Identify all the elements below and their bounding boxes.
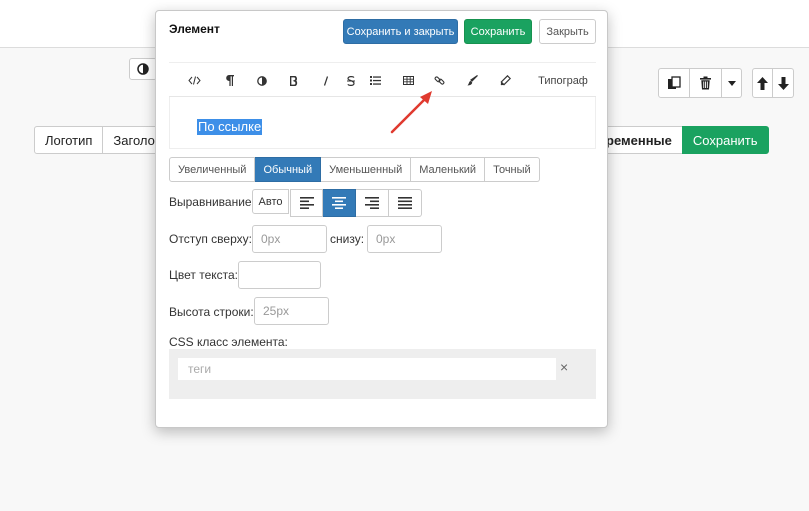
size-option[interactable]: Маленький — [411, 157, 486, 182]
italic-icon[interactable] — [315, 63, 337, 98]
align-auto-button[interactable]: Авто — [252, 189, 289, 214]
size-option[interactable]: Точный — [485, 157, 540, 182]
align-right-icon[interactable] — [356, 189, 389, 217]
brush-icon[interactable] — [461, 63, 483, 98]
align-justify-icon[interactable] — [389, 189, 422, 217]
pointer-arrow-icon — [390, 91, 432, 134]
close-button[interactable]: Закрыть — [539, 19, 596, 44]
selected-link-text[interactable]: По ссылке — [197, 119, 263, 135]
tags-input[interactable] — [178, 358, 556, 380]
element-modal: Элемент Сохранить и закрыть Сохранить За… — [155, 10, 608, 428]
variables-button[interactable]: ременные — [596, 126, 682, 154]
contrast-icon[interactable] — [251, 63, 273, 98]
text-size-group: Увеличенный Обычный Уменьшенный Маленьки… — [169, 157, 540, 182]
modal-title: Элемент — [169, 22, 220, 36]
save-button[interactable]: Сохранить — [464, 19, 532, 44]
indent-top-input[interactable] — [252, 225, 327, 253]
align-center-icon[interactable] — [323, 189, 356, 217]
css-class-tags: × — [169, 349, 596, 399]
text-color-input[interactable] — [238, 261, 321, 289]
bold-icon[interactable] — [283, 63, 305, 98]
arrow-up-icon[interactable] — [752, 68, 773, 98]
text-color-label: Цвет текста: — [169, 268, 239, 282]
move-buttons — [752, 68, 794, 98]
css-class-label: CSS класс элемента: — [169, 335, 288, 349]
list-icon[interactable] — [364, 63, 386, 98]
paragraph-icon[interactable] — [218, 63, 240, 98]
editor-toolbar: Типограф — [169, 62, 596, 97]
indent-bottom-label: снизу: — [330, 232, 365, 246]
line-height-label: Высота строки: — [169, 305, 254, 319]
align-left-icon[interactable] — [290, 189, 323, 217]
copy-icon[interactable] — [658, 68, 690, 98]
contrast-icon[interactable] — [129, 58, 157, 80]
arrow-down-icon[interactable] — [773, 68, 794, 98]
background-actions: ременные Сохранить — [596, 126, 769, 154]
eraser-icon[interactable] — [494, 63, 516, 98]
text-editor[interactable]: По ссылке — [169, 97, 596, 149]
strikethrough-icon[interactable] — [340, 63, 362, 98]
clear-icon[interactable]: × — [560, 359, 568, 375]
chevron-down-icon[interactable] — [722, 68, 742, 98]
indent-bottom-input[interactable] — [367, 225, 442, 253]
save-and-close-button[interactable]: Сохранить и закрыть — [343, 19, 458, 44]
size-option[interactable]: Уменьшенный — [321, 157, 412, 182]
typograf-button[interactable]: Типограф — [535, 63, 591, 98]
align-group — [290, 189, 422, 217]
line-height-input[interactable] — [254, 297, 329, 325]
logo-button[interactable]: Логотип — [34, 126, 104, 154]
size-option[interactable]: Обычный — [255, 157, 322, 182]
alignment-label: Выравнивание — [169, 195, 252, 209]
trash-icon[interactable] — [690, 68, 722, 98]
block-tools — [658, 68, 742, 98]
indent-top-label: Отступ сверху: — [169, 232, 252, 246]
background-save-button[interactable]: Сохранить — [681, 126, 769, 154]
code-icon[interactable] — [183, 63, 205, 98]
size-option[interactable]: Увеличенный — [169, 157, 256, 182]
